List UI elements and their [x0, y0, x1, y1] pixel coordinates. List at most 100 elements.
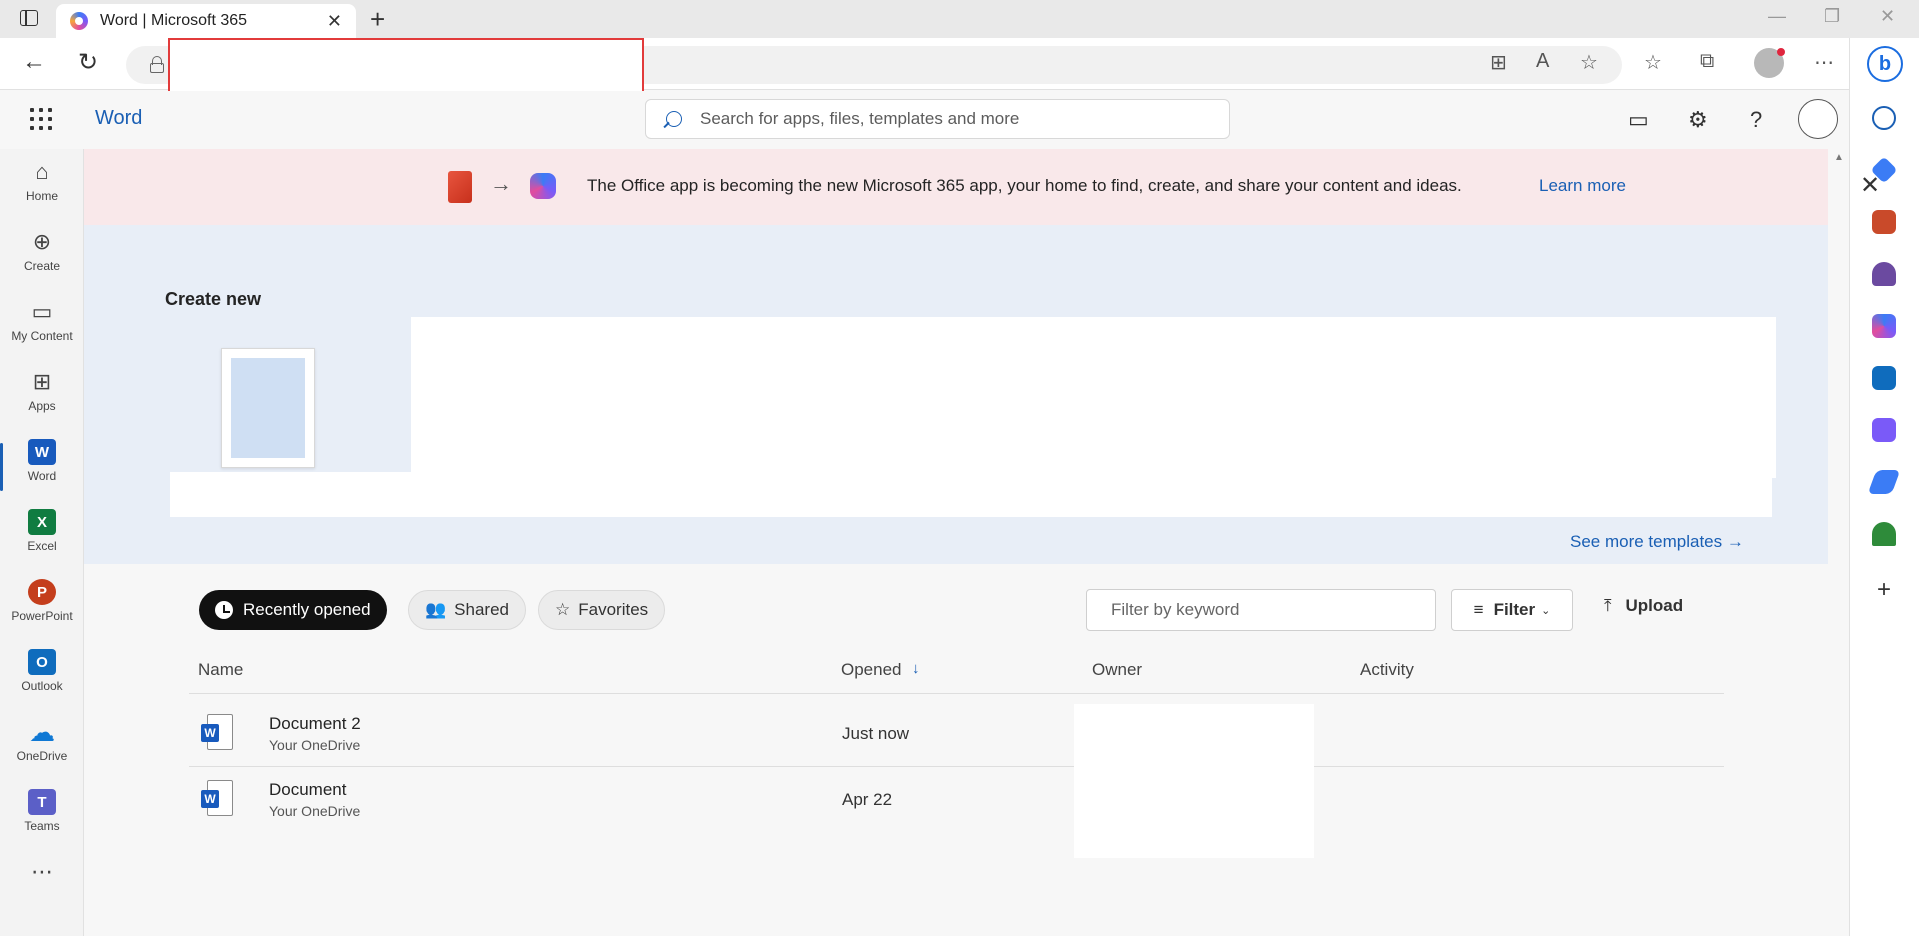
send-icon[interactable] — [1867, 470, 1901, 494]
rail-item-word[interactable]: W Word — [0, 439, 84, 499]
tab-close-icon[interactable]: ✕ — [327, 11, 342, 32]
games-icon[interactable] — [1872, 262, 1896, 286]
rail-label: Create — [23, 259, 61, 273]
learn-more-link[interactable]: Learn more — [1539, 176, 1626, 196]
video-meet-icon[interactable]: ▭ — [1628, 107, 1649, 133]
rail-label: Word — [27, 469, 57, 483]
file-location: Your OneDrive — [269, 803, 361, 819]
upload-label: Upload — [1625, 596, 1684, 615]
rail-item-excel[interactable]: X Excel — [0, 509, 84, 569]
settings-gear-icon[interactable]: ⚙ — [1688, 107, 1708, 133]
app-name[interactable]: Word — [95, 107, 142, 130]
tab-label: Recently opened — [243, 600, 371, 619]
tab-favorites[interactable]: ☆ Favorites — [538, 590, 666, 630]
app-available-icon[interactable]: ⊞ — [1490, 50, 1507, 75]
m365-favicon-icon — [70, 12, 88, 30]
rail-item-powerpoint[interactable]: P PowerPoint — [0, 579, 84, 639]
add-favorite-icon[interactable]: ☆ — [1580, 50, 1598, 75]
file-name[interactable]: Document — [269, 780, 346, 800]
rail-item-create[interactable]: ⊕ Create — [0, 229, 84, 289]
filter-keyword-input[interactable]: Filter by keyword — [1086, 589, 1436, 631]
teams-icon: T — [28, 789, 56, 815]
tab-label: Favorites — [578, 600, 649, 619]
banner-close-icon[interactable]: ✕ — [1860, 171, 1880, 200]
browser-tab[interactable]: Word | Microsoft 365 ✕ — [56, 4, 356, 38]
word-icon: W — [28, 439, 56, 465]
table-row[interactable]: W Document Your OneDrive Apr 22 — [189, 766, 1724, 832]
collections-icon[interactable]: ⧉ — [1700, 50, 1714, 73]
filter-button[interactable]: ≡ Filter ⌄ — [1451, 589, 1573, 631]
left-nav-rail: ⌂ Home ⊕ Create ▭ My Content ⊞ Apps W Wo… — [0, 149, 84, 936]
upload-button[interactable]: ⤒ Upload — [1604, 596, 1683, 616]
header-divider — [189, 693, 1724, 694]
sort-desc-icon[interactable]: ↓ — [912, 660, 920, 677]
chevron-down-icon: ⌄ — [1541, 604, 1551, 617]
help-icon[interactable]: ? — [1750, 107, 1762, 133]
see-more-templates-link[interactable]: See more templates → — [1570, 532, 1744, 552]
create-new-section: Create new See more templates → — [84, 225, 1828, 564]
outlook-icon: O — [28, 649, 56, 675]
m365-icon[interactable] — [1872, 314, 1896, 338]
create-new-title: Create new — [165, 289, 262, 309]
rail-label: Apps — [28, 399, 56, 413]
rail-item-my-content[interactable]: ▭ My Content — [0, 299, 84, 359]
more-menu-icon[interactable]: ⋯ — [1814, 50, 1834, 75]
column-activity[interactable]: Activity — [1360, 660, 1414, 680]
restore-button[interactable]: ❐ — [1824, 6, 1840, 27]
read-aloud-icon[interactable]: A — [1536, 50, 1549, 73]
outlook-icon[interactable] — [1872, 366, 1896, 390]
star-icon: ☆ — [555, 600, 571, 619]
file-opened: Apr 22 — [842, 790, 893, 809]
blank-document-template[interactable] — [221, 348, 315, 468]
column-owner[interactable]: Owner — [1092, 660, 1142, 680]
column-opened[interactable]: Opened — [841, 660, 902, 680]
word-file-icon: W — [201, 780, 233, 816]
close-window-button[interactable]: ✕ — [1880, 6, 1895, 27]
owner-column-mask — [1074, 704, 1314, 858]
powerpoint-icon: P — [28, 579, 56, 605]
tab-recently-opened[interactable]: Recently opened — [199, 590, 387, 630]
rail-item-outlook[interactable]: O Outlook — [0, 649, 84, 709]
scroll-up-arrow-icon[interactable]: ▲ — [1834, 152, 1844, 163]
reload-button[interactable]: ↻ — [78, 48, 98, 77]
table-row[interactable]: W Document 2 Your OneDrive Just now — [189, 700, 1724, 766]
rail-label: PowerPoint — [11, 609, 73, 623]
favorites-icon[interactable]: ☆ — [1644, 50, 1662, 75]
apps-grid-icon: ⊞ — [32, 369, 52, 394]
back-button[interactable]: ← — [22, 48, 46, 76]
tab-shared[interactable]: 👥 Shared — [408, 590, 526, 630]
bing-copilot-icon[interactable]: b — [1867, 46, 1903, 82]
new-tab-button[interactable]: + — [370, 4, 385, 34]
file-opened: Just now — [842, 724, 910, 743]
rail-item-onedrive[interactable]: ☁ OneDrive — [0, 716, 84, 779]
template-gallery-footer — [170, 472, 1772, 517]
rail-item-teams[interactable]: T Teams — [0, 789, 84, 849]
filter-label: Filter — [1493, 600, 1536, 619]
tree-icon[interactable] — [1872, 522, 1896, 546]
people-icon: 👥 — [425, 600, 447, 619]
file-name[interactable]: Document 2 — [269, 714, 361, 734]
account-avatar[interactable] — [1798, 99, 1838, 139]
rail-label: Outlook — [21, 679, 63, 693]
column-name[interactable]: Name — [198, 660, 243, 680]
search-icon[interactable] — [1872, 106, 1896, 130]
lock-icon[interactable] — [150, 56, 164, 73]
tab-label: Shared — [454, 600, 509, 619]
rail-label: Excel — [27, 539, 57, 553]
onedrive-cloud-icon: ☁ — [29, 716, 55, 747]
m365-logo-icon — [530, 173, 556, 199]
migration-banner: → The Office app is becoming the new Mic… — [84, 149, 1880, 225]
designer-icon[interactable] — [1872, 418, 1896, 442]
rail-item-home[interactable]: ⌂ Home — [0, 159, 84, 219]
tab-actions-icon[interactable] — [20, 10, 38, 26]
minimize-button[interactable]: — — [1768, 6, 1786, 27]
arrow-right-icon: → — [490, 171, 512, 196]
app-launcher-icon[interactable] — [30, 108, 52, 130]
search-input[interactable]: Search for apps, files, templates and mo… — [645, 99, 1230, 139]
rail-item-apps[interactable]: ⊞ Apps — [0, 369, 84, 429]
filter-lines-icon: ≡ — [1473, 600, 1484, 619]
rail-more-button[interactable]: ⋯ — [0, 859, 84, 899]
home-icon: ⌂ — [35, 159, 49, 184]
add-sidebar-icon[interactable]: + — [1872, 578, 1896, 602]
tools-icon[interactable] — [1872, 210, 1896, 234]
